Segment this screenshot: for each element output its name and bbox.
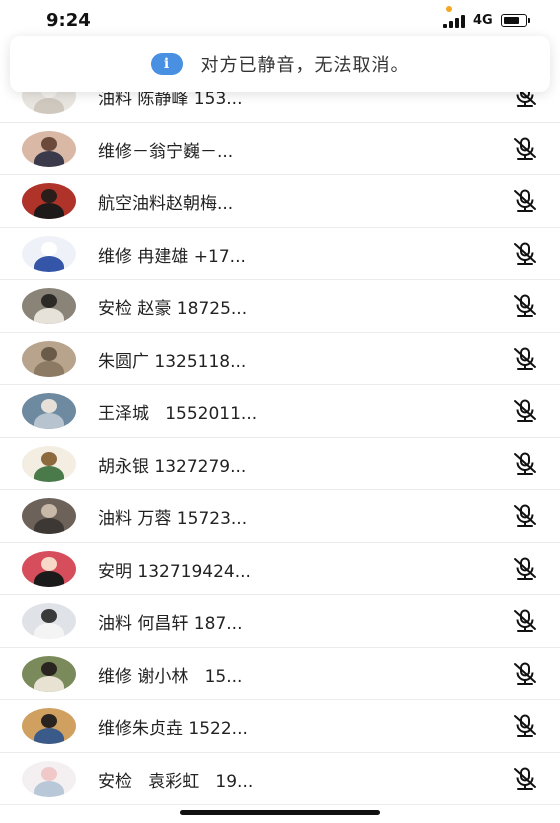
recording-indicator xyxy=(446,6,452,12)
muted-microphone-icon[interactable] xyxy=(512,557,538,581)
home-indicator[interactable] xyxy=(180,810,380,815)
list-item[interactable]: 安检 袁彩虹 19... xyxy=(0,753,560,805)
member-name: 航空油料赵朝梅... xyxy=(98,194,234,214)
muted-microphone-icon[interactable] xyxy=(512,767,538,791)
muted-microphone-icon[interactable] xyxy=(512,662,538,686)
avatar xyxy=(22,550,76,587)
avatar xyxy=(22,288,76,324)
list-item[interactable]: 王泽城 1552011... xyxy=(0,385,560,438)
member-name: 安明 132719424... xyxy=(98,561,251,582)
avatar xyxy=(22,340,76,377)
toast-notification: i 对方已静音，无法取消。 xyxy=(10,36,550,92)
avatar xyxy=(22,655,76,692)
list-item[interactable]: 油料 万蓉 15723... xyxy=(0,490,560,543)
avatar xyxy=(22,183,76,219)
list-item[interactable]: 航空油料赵朝梅... xyxy=(0,175,560,228)
member-name: 油料 何昌轩 187... xyxy=(98,614,243,634)
list-item[interactable]: 油料 何昌轩 187... xyxy=(0,595,560,648)
member-name: 维修－翁宁巍－... xyxy=(98,141,234,162)
member-name: 维修 谢小林 15... xyxy=(98,666,243,687)
list-item[interactable]: 维修 冉建雄 +17... xyxy=(0,228,560,280)
avatar xyxy=(22,393,76,429)
battery-level xyxy=(504,17,519,24)
muted-microphone-icon[interactable] xyxy=(512,242,538,266)
list-item[interactable]: 朱圆广 1325118... xyxy=(0,333,560,385)
list-item[interactable]: 维修 谢小林 15... xyxy=(0,648,560,700)
muted-microphone-icon[interactable] xyxy=(512,452,538,476)
member-name: 安检 赵豪 18725... xyxy=(98,299,248,319)
avatar xyxy=(22,498,76,534)
status-time: 9:24 xyxy=(46,10,91,31)
member-name: 安检 袁彩虹 19... xyxy=(98,771,254,792)
member-name: 维修朱贞垚 1522... xyxy=(98,719,248,739)
muted-microphone-icon[interactable] xyxy=(512,137,538,161)
member-name: 王泽城 1552011... xyxy=(98,404,258,424)
avatar xyxy=(22,603,76,639)
muted-microphone-icon[interactable] xyxy=(512,399,538,423)
muted-microphone-icon[interactable] xyxy=(512,347,538,371)
list-item[interactable]: 胡永银 1327279... xyxy=(0,438,560,490)
avatar xyxy=(22,708,76,744)
battery-cap xyxy=(528,18,530,23)
avatar xyxy=(22,445,76,482)
list-item[interactable]: 维修－翁宁巍－... xyxy=(0,123,560,175)
muted-microphone-icon[interactable] xyxy=(512,714,538,738)
muted-microphone-icon[interactable] xyxy=(512,294,538,318)
avatar xyxy=(22,235,76,272)
member-name: 维修 冉建雄 +17... xyxy=(98,246,246,267)
member-list: 油料 陈静峰 153... 维修－翁宁巍－... 航空油料赵朝梅... 维修 冉建雄 … xyxy=(0,70,560,805)
member-name: 油料 万蓉 15723... xyxy=(98,509,248,529)
muted-microphone-icon[interactable] xyxy=(512,189,538,213)
list-item[interactable]: 安明 132719424... xyxy=(0,543,560,595)
muted-microphone-icon[interactable] xyxy=(512,504,538,528)
member-name: 朱圆广 1325118... xyxy=(98,351,247,372)
network-type: 4G xyxy=(473,13,493,28)
info-icon: i xyxy=(150,53,183,75)
avatar xyxy=(22,760,76,797)
list-item[interactable]: 维修朱贞垚 1522... xyxy=(0,700,560,753)
member-name: 胡永银 1327279... xyxy=(98,456,247,477)
toast-message: 对方已静音，无法取消。 xyxy=(200,55,410,76)
battery-icon xyxy=(501,14,527,27)
cellular-signal-icon xyxy=(443,14,467,28)
list-item[interactable]: 安检 赵豪 18725... xyxy=(0,280,560,333)
muted-microphone-icon[interactable] xyxy=(512,609,538,633)
avatar xyxy=(22,130,76,167)
